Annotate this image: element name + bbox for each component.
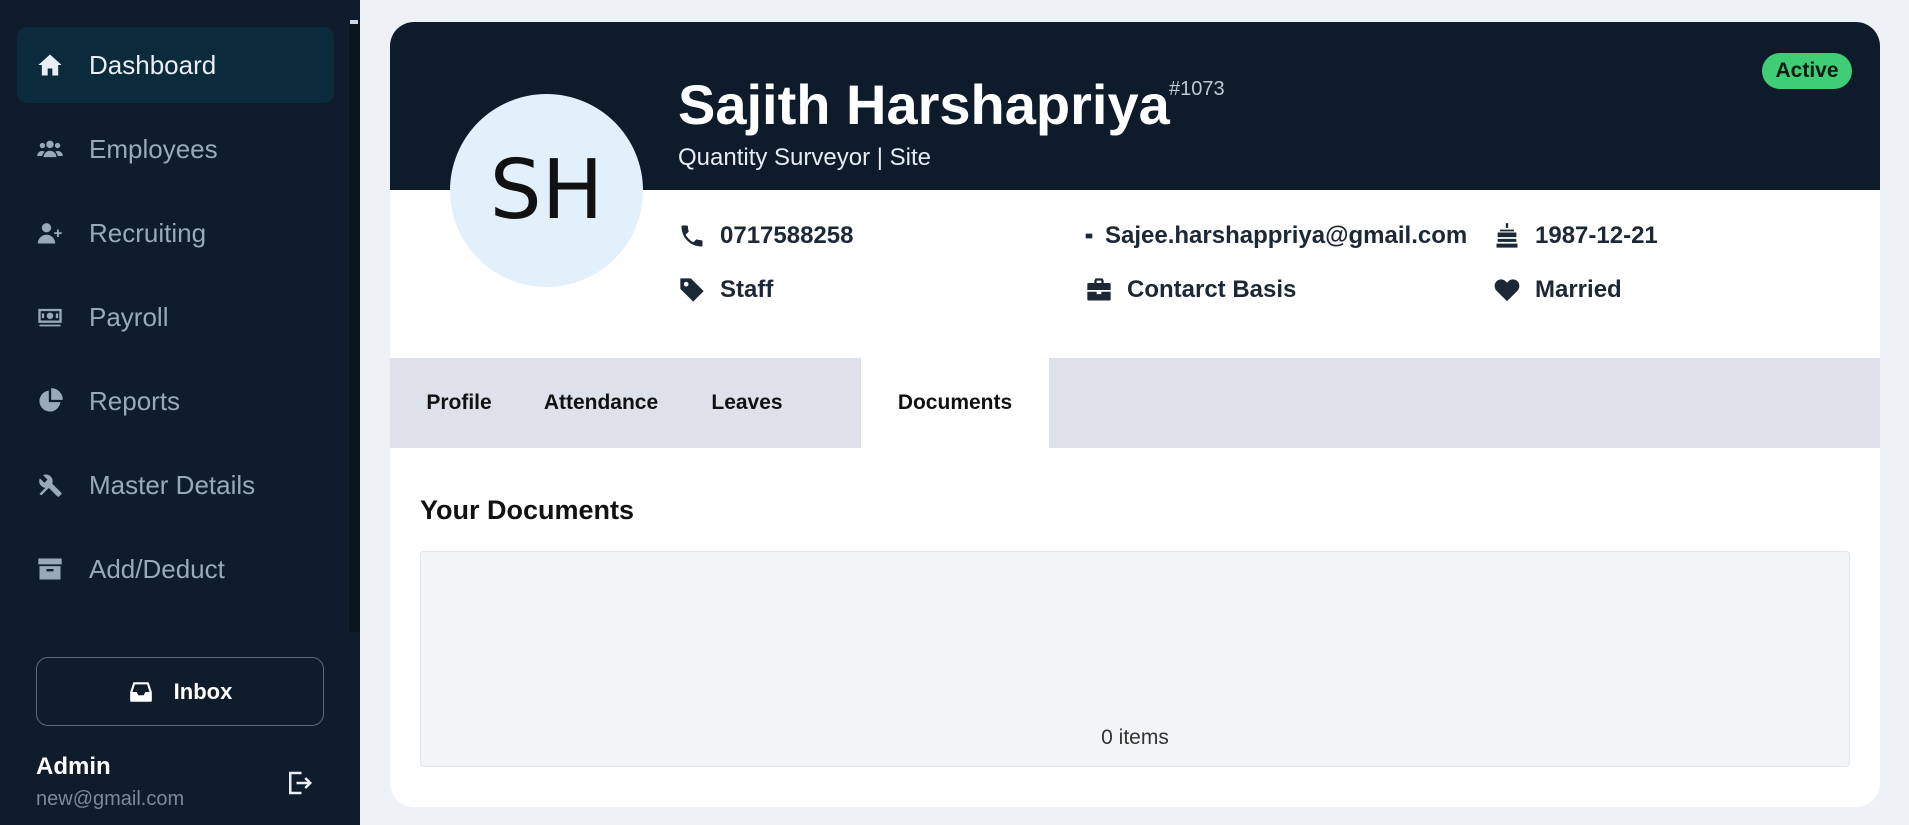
inbox-button[interactable]: Inbox bbox=[36, 657, 324, 726]
sidebar-item-add-deduct[interactable]: Add/Deduct bbox=[17, 531, 334, 607]
heart-icon bbox=[1494, 279, 1520, 302]
tab-documents[interactable]: Documents bbox=[861, 358, 1049, 448]
logout-icon[interactable] bbox=[284, 768, 314, 798]
inbox-icon bbox=[129, 681, 152, 702]
phone-number: 0717588258 bbox=[720, 222, 854, 249]
tab-label: Documents bbox=[897, 391, 1013, 414]
employee-title: Quantity Surveyor | Site bbox=[678, 144, 932, 171]
tab-profile[interactable]: Profile bbox=[390, 358, 528, 448]
sidebar-item-master-details[interactable]: Master Details bbox=[17, 447, 334, 523]
documents-list: 0 items bbox=[420, 551, 1850, 767]
tab-label: Attendance bbox=[543, 391, 659, 414]
tab-leaves[interactable]: Leaves bbox=[674, 358, 820, 448]
sidebar-item-label: Recruiting bbox=[89, 217, 207, 248]
email-info: Sajee.harshappriya@gmail.com bbox=[1085, 222, 1467, 250]
avatar: SH bbox=[450, 94, 643, 287]
sidebar-item-label: Payroll bbox=[89, 301, 169, 332]
pie-chart-icon bbox=[35, 386, 65, 416]
sidebar-item-recruiting[interactable]: Recruiting bbox=[17, 195, 334, 271]
briefcase-icon bbox=[1087, 278, 1111, 301]
home-icon bbox=[35, 50, 65, 80]
birth-date: 1987-12-21 bbox=[1535, 222, 1658, 249]
sidebar-item-label: Dashboard bbox=[89, 49, 217, 80]
sidebar-item-label: Add/Deduct bbox=[89, 553, 225, 584]
category-info: Staff bbox=[678, 276, 773, 304]
user-plus-icon bbox=[35, 218, 65, 248]
sidebar-item-label: Employees bbox=[89, 133, 218, 164]
inbox-label: Inbox bbox=[173, 678, 233, 704]
sidebar-nav: Dashboard Employees Recruiting Payroll R… bbox=[17, 27, 334, 615]
sidebar-scrollbar[interactable] bbox=[349, 20, 360, 632]
email-address: Sajee.harshappriya@gmail.com bbox=[1105, 222, 1468, 249]
marital-status: Married bbox=[1535, 276, 1622, 303]
birthday-cake-icon bbox=[1496, 223, 1518, 248]
sidebar-item-label: Master Details bbox=[89, 469, 256, 500]
money-bill-icon bbox=[35, 302, 65, 332]
employee-profile-card: SH Sajith Harshapriya #1073 Quantity Sur… bbox=[390, 22, 1880, 807]
tab-attendance[interactable]: Attendance bbox=[528, 358, 674, 448]
employee-category: Staff bbox=[720, 276, 774, 303]
user-email: new@gmail.com bbox=[36, 788, 185, 810]
phone-icon bbox=[681, 225, 703, 247]
tab-label: Leaves bbox=[711, 391, 783, 414]
birthday-info: 1987-12-21 bbox=[1493, 222, 1658, 250]
archive-icon bbox=[35, 554, 65, 584]
sidebar-item-payroll[interactable]: Payroll bbox=[17, 279, 334, 355]
employee-id: #1073 bbox=[1169, 78, 1225, 100]
sidebar-scrollbar-cap bbox=[350, 20, 358, 24]
employment-type-info: Contarct Basis bbox=[1085, 276, 1296, 304]
sidebar-item-reports[interactable]: Reports bbox=[17, 363, 334, 439]
tools-icon bbox=[35, 470, 65, 500]
employee-name: Sajith Harshapriya bbox=[678, 73, 1170, 136]
tab-label: Profile bbox=[426, 391, 492, 414]
tag-icon bbox=[680, 278, 704, 302]
marital-status-info: Married bbox=[1493, 276, 1622, 304]
employment-type: Contarct Basis bbox=[1127, 276, 1297, 303]
envelope-icon bbox=[1085, 233, 1093, 239]
sidebar-item-dashboard[interactable]: Dashboard bbox=[17, 27, 334, 103]
documents-count: 0 items bbox=[1101, 726, 1169, 749]
sidebar-item-employees[interactable]: Employees bbox=[17, 111, 334, 187]
users-icon bbox=[35, 134, 65, 164]
phone-info: 0717588258 bbox=[678, 222, 853, 250]
status-badge: Active bbox=[1762, 53, 1852, 89]
sidebar: Dashboard Employees Recruiting Payroll R… bbox=[0, 0, 360, 825]
documents-title: Your Documents bbox=[420, 495, 635, 525]
tab-bar: Profile Attendance Leaves Documents bbox=[390, 358, 1880, 448]
user-name: Admin bbox=[36, 753, 111, 780]
sidebar-item-label: Reports bbox=[89, 385, 181, 416]
